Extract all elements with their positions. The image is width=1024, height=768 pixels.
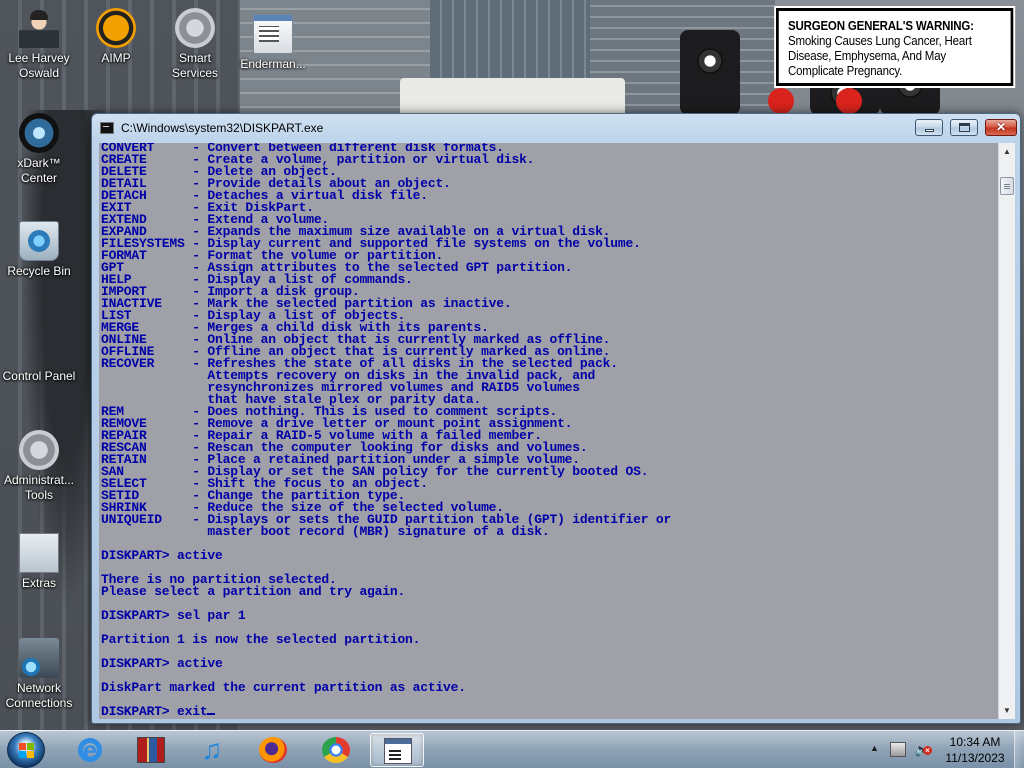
warning-body: Smoking Causes Lung Cancer, Heart Diseas… xyxy=(787,34,972,78)
console-line: Please select a partition and try again. xyxy=(101,584,406,599)
application-icon xyxy=(253,14,293,54)
archiver-icon xyxy=(137,737,165,763)
console-line: DISKPART> exit xyxy=(101,704,208,719)
control-panel-icon xyxy=(19,326,59,366)
aimp-icon xyxy=(96,8,136,48)
taskbar-item-archiver[interactable] xyxy=(124,733,178,767)
scroll-up-icon[interactable]: ▲ xyxy=(999,143,1015,160)
desktop-icon-label: Smart Services xyxy=(171,51,218,80)
desktop-icon-label: Control Panel xyxy=(2,369,76,383)
desktop-icon-lee-harvey-oswald[interactable]: Lee Harvey Oswald xyxy=(2,8,76,81)
console-text: CONVERT - Convert between different disk… xyxy=(101,143,671,718)
minimize-button[interactable] xyxy=(915,119,943,136)
console-window-icon xyxy=(100,122,114,134)
warning-lead: SURGEON GENERAL'S WARNING: xyxy=(787,19,974,33)
show-desktop-button[interactable] xyxy=(1014,731,1024,768)
taskbar-item-chrome[interactable] xyxy=(309,733,363,767)
speaker xyxy=(680,30,740,115)
start-button[interactable] xyxy=(7,732,45,768)
desktop-icon-label: Administrat... Tools xyxy=(3,473,75,502)
desktop-icon-enderman[interactable]: Enderman... xyxy=(236,14,310,72)
console-line: DISKPART> sel par 1 xyxy=(101,608,246,623)
desktop-icon-aimp[interactable]: AIMP xyxy=(79,8,153,66)
vertical-scrollbar[interactable]: ▲ ▼ xyxy=(998,143,1015,719)
desktop-icon-network-connections[interactable]: Network Connections xyxy=(2,638,76,711)
desktop-icon-label: AIMP xyxy=(101,51,131,65)
taskbar: e ♫ ▲ 🔈× 10:34 AM 11/13/2023 xyxy=(0,730,1024,768)
services-gear-icon xyxy=(175,8,215,48)
red-light xyxy=(768,88,794,114)
window-titlebar[interactable]: C:\Windows\system32\DISKPART.exe ✕ xyxy=(92,114,1020,142)
desktop-icon-label: Extras xyxy=(21,576,56,590)
maximize-icon xyxy=(959,123,970,132)
firefox-icon xyxy=(259,737,287,763)
surgeon-general-warning: SURGEON GENERAL'S WARNING: Smoking Cause… xyxy=(774,6,1016,88)
scroll-down-icon[interactable]: ▼ xyxy=(999,702,1015,719)
desktop-icon-smart-services[interactable]: Smart Services xyxy=(158,8,232,81)
extras-icon xyxy=(19,533,59,573)
show-hidden-icons-button[interactable]: ▲ xyxy=(870,743,879,753)
window-title: C:\Windows\system32\DISKPART.exe xyxy=(121,121,324,135)
console-line: DiskPart marked the current partition as… xyxy=(101,680,466,695)
desktop-icon-label: Recycle Bin xyxy=(7,264,71,278)
admin-tools-icon xyxy=(19,430,59,470)
console-window-icon xyxy=(384,738,412,764)
desktop-icon-label: xDark™ Center xyxy=(17,156,61,185)
console-line: master boot record (MBR) signature of a … xyxy=(101,524,550,539)
desktop-icon-control-panel[interactable]: Control Panel xyxy=(2,326,76,384)
desktop-icon-label: Network Connections xyxy=(5,681,73,710)
billboard xyxy=(400,78,625,118)
recycle-bin-icon xyxy=(19,221,59,261)
music-note-icon: ♫ xyxy=(201,734,223,765)
desktop-icon-label: Lee Harvey Oswald xyxy=(8,51,70,80)
text-cursor xyxy=(207,713,216,715)
console-line: DISKPART> active xyxy=(101,656,223,671)
close-icon: ✕ xyxy=(995,120,1007,134)
close-button[interactable]: ✕ xyxy=(985,119,1017,136)
scrollbar-thumb[interactable] xyxy=(1000,177,1014,195)
diskpart-window[interactable]: C:\Windows\system32\DISKPART.exe ✕ CONVE… xyxy=(91,113,1021,724)
building xyxy=(430,0,590,80)
taskbar-item-internet-explorer[interactable]: e xyxy=(63,733,117,767)
console-output[interactable]: CONVERT - Convert between different disk… xyxy=(99,143,998,719)
console-line: DISKPART> active xyxy=(101,548,223,563)
network-icon xyxy=(19,638,59,678)
windows-logo-icon xyxy=(19,743,35,758)
chrome-icon xyxy=(322,737,350,763)
internet-explorer-icon: e xyxy=(76,737,104,763)
clock-time: 10:34 AM xyxy=(949,735,1001,749)
taskbar-item-firefox[interactable] xyxy=(246,733,300,767)
red-light xyxy=(836,88,862,114)
xdark-icon xyxy=(19,113,59,153)
taskbar-item-diskpart-console[interactable] xyxy=(370,733,424,767)
console-line: Partition 1 is now the selected partitio… xyxy=(101,632,421,647)
desktop-icon-administrative-tools[interactable]: Administrat... Tools xyxy=(2,430,76,503)
taskbar-item-music-player[interactable]: ♫ xyxy=(185,733,239,767)
clock-date: 11/13/2023 xyxy=(945,751,1005,765)
minimize-icon xyxy=(925,129,934,132)
maximize-button[interactable] xyxy=(950,119,978,136)
desktop-icon-recycle-bin[interactable]: Recycle Bin xyxy=(2,221,76,279)
desktop-icon-label: Enderman... xyxy=(240,57,306,71)
action-center-flag-icon[interactable] xyxy=(890,742,906,757)
system-clock[interactable]: 10:34 AM 11/13/2023 xyxy=(940,734,1010,766)
desktop-icon-extras[interactable]: Extras xyxy=(2,533,76,591)
person-icon xyxy=(19,8,59,48)
volume-muted-icon[interactable]: 🔈× xyxy=(914,742,932,757)
desktop-icon-xdark-center[interactable]: xDark™ Center xyxy=(2,113,76,186)
